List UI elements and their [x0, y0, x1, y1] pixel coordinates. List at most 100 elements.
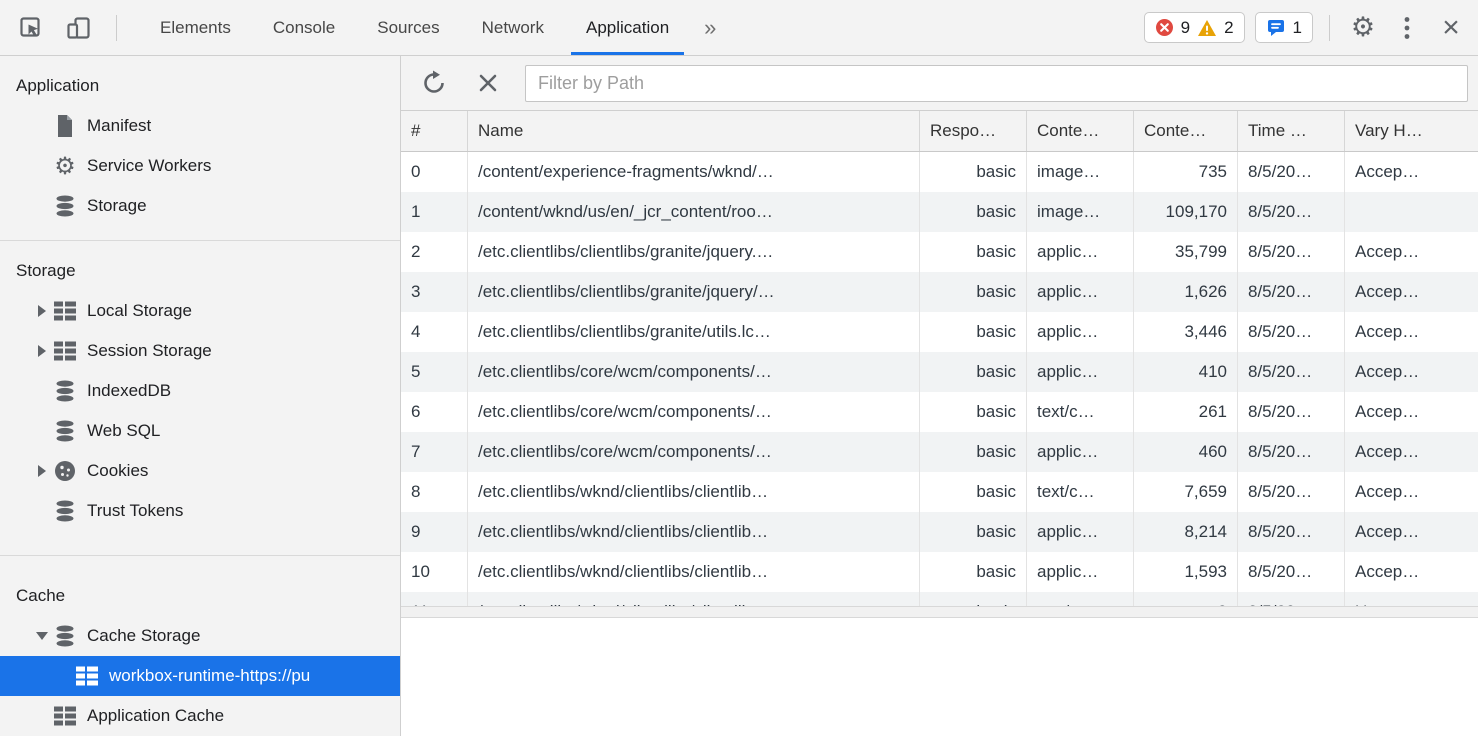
- sidebar-item-session-storage[interactable]: Session Storage: [0, 331, 400, 371]
- cell-name: /etc.clientlibs/wknd/clientlibs/clientli…: [468, 512, 920, 552]
- sidebar-item-web-sql[interactable]: Web SQL: [0, 411, 400, 451]
- devtools-tabbar: Elements Console Sources Network Applica…: [0, 0, 1478, 56]
- tabbar-divider: [116, 15, 117, 41]
- chevron-right-icon[interactable]: [32, 465, 52, 477]
- table-row[interactable]: 1 /content/wknd/us/en/_jcr_content/roo… …: [401, 192, 1478, 232]
- cell-response-type: basic: [920, 392, 1027, 432]
- cell-vary-header: Accep…: [1345, 152, 1478, 192]
- cell-response-type: basic: [920, 232, 1027, 272]
- device-toolbar-icon[interactable]: [62, 11, 96, 45]
- tab-sources[interactable]: Sources: [356, 0, 460, 55]
- clear-icon[interactable]: [471, 66, 505, 100]
- tab-console[interactable]: Console: [252, 0, 356, 55]
- sidebar-item-workbox-cache[interactable]: workbox-runtime-https://pu: [0, 656, 400, 696]
- cell-vary-header: Accep…: [1345, 512, 1478, 552]
- table-row[interactable]: 5 /etc.clientlibs/core/wcm/components/… …: [401, 352, 1478, 392]
- cell-name: /content/experience-fragments/wknd/…: [468, 152, 920, 192]
- cell-content-type: text/c…: [1027, 472, 1134, 512]
- sidebar-item-label: Trust Tokens: [87, 501, 183, 521]
- cell-response-type: basic: [920, 592, 1027, 606]
- cell-content-length: 261: [1134, 392, 1238, 432]
- table-icon: [74, 665, 100, 687]
- column-header-index[interactable]: #: [401, 111, 468, 151]
- table-row[interactable]: 11 /etc.clientlibs/wknd/clientlibs/clien…: [401, 592, 1478, 606]
- table-row[interactable]: 10 /etc.clientlibs/wknd/clientlibs/clien…: [401, 552, 1478, 592]
- cell-content-type: applic…: [1027, 432, 1134, 472]
- database-icon: [52, 499, 78, 523]
- issues-badge[interactable]: 9 2: [1144, 12, 1245, 43]
- settings-gear-icon[interactable]: ⚙: [1346, 11, 1380, 45]
- preview-splitter-handle[interactable]: [401, 606, 1478, 618]
- tab-elements[interactable]: Elements: [139, 0, 252, 55]
- cell-content-length: 1,626: [1134, 272, 1238, 312]
- inspect-element-icon[interactable]: [14, 11, 48, 45]
- sidebar-item-local-storage[interactable]: Local Storage: [0, 291, 400, 331]
- filter-by-path-input[interactable]: [525, 65, 1468, 102]
- more-tabs-chevron-icon[interactable]: »: [690, 0, 730, 55]
- section-title: Cache: [0, 566, 400, 616]
- sidebar-item-label: Cache Storage: [87, 626, 200, 646]
- cache-entry-preview-pane: [401, 618, 1478, 736]
- cell-content-type: text/c…: [1027, 392, 1134, 432]
- sidebar-item-application-cache[interactable]: Application Cache: [0, 696, 400, 736]
- cell-content-type: text/c…: [1027, 592, 1134, 606]
- cell-index: 0: [401, 152, 468, 192]
- table-row[interactable]: 8 /etc.clientlibs/wknd/clientlibs/client…: [401, 472, 1478, 512]
- close-icon[interactable]: ×: [1434, 11, 1468, 45]
- chevron-right-icon[interactable]: [32, 305, 52, 317]
- cell-response-type: basic: [920, 512, 1027, 552]
- table-row[interactable]: 4 /etc.clientlibs/clientlibs/granite/uti…: [401, 312, 1478, 352]
- cell-content-type: applic…: [1027, 512, 1134, 552]
- cell-name: /etc.clientlibs/wknd/clientlibs/clientli…: [468, 592, 920, 606]
- table-row[interactable]: 3 /etc.clientlibs/clientlibs/granite/jqu…: [401, 272, 1478, 312]
- table-icon: [52, 705, 78, 727]
- chevron-right-icon[interactable]: [32, 345, 52, 357]
- cell-vary-header: U…: [1345, 592, 1478, 606]
- chevron-down-icon[interactable]: [32, 632, 52, 640]
- cell-time-cached: 8/5/20…: [1238, 192, 1345, 232]
- tab-network[interactable]: Network: [461, 0, 565, 55]
- kebab-menu-icon[interactable]: [1390, 11, 1424, 45]
- cache-toolbar: [401, 56, 1478, 111]
- column-header-response-type[interactable]: Respo…: [920, 111, 1027, 151]
- cell-name: /etc.clientlibs/core/wcm/components/…: [468, 352, 920, 392]
- column-header-vary-header[interactable]: Vary H…: [1345, 111, 1478, 151]
- cell-content-length: 3,446: [1134, 312, 1238, 352]
- messages-badge[interactable]: 1: [1255, 12, 1313, 43]
- tab-application[interactable]: Application: [565, 0, 690, 55]
- cell-response-type: basic: [920, 472, 1027, 512]
- cell-name: /etc.clientlibs/core/wcm/components/…: [468, 432, 920, 472]
- cell-content-length: 735: [1134, 152, 1238, 192]
- cell-content-type: applic…: [1027, 352, 1134, 392]
- sidebar-item-cache-storage[interactable]: Cache Storage: [0, 616, 400, 656]
- tabbar-right-controls: 9 2 1: [1144, 0, 1478, 55]
- table-row[interactable]: 2 /etc.clientlibs/clientlibs/granite/jqu…: [401, 232, 1478, 272]
- table-row[interactable]: 6 /etc.clientlibs/core/wcm/components/… …: [401, 392, 1478, 432]
- cell-time-cached: 8/5/20…: [1238, 352, 1345, 392]
- cell-content-length: 8,214: [1134, 512, 1238, 552]
- column-header-time-cached[interactable]: Time …: [1238, 111, 1345, 151]
- cell-name: /etc.clientlibs/core/wcm/components/…: [468, 392, 920, 432]
- sidebar-item-trust-tokens[interactable]: Trust Tokens: [0, 491, 400, 531]
- cell-response-type: basic: [920, 192, 1027, 232]
- column-header-content-type[interactable]: Conte…: [1027, 111, 1134, 151]
- sidebar-item-indexeddb[interactable]: IndexedDB: [0, 371, 400, 411]
- cell-index: 3: [401, 272, 468, 312]
- cell-vary-header: Accep…: [1345, 472, 1478, 512]
- table-row[interactable]: 9 /etc.clientlibs/wknd/clientlibs/client…: [401, 512, 1478, 552]
- table-icon: [52, 300, 78, 322]
- column-header-name[interactable]: Name: [468, 111, 920, 151]
- sidebar-item-storage[interactable]: Storage: [0, 186, 400, 226]
- sidebar-item-label: Cookies: [87, 461, 148, 481]
- sidebar-item-service-workers[interactable]: ⚙ Service Workers: [0, 146, 400, 186]
- sidebar-item-cookies[interactable]: Cookies: [0, 451, 400, 491]
- table-row[interactable]: 0 /content/experience-fragments/wknd/… b…: [401, 152, 1478, 192]
- cell-response-type: basic: [920, 552, 1027, 592]
- table-row[interactable]: 7 /etc.clientlibs/core/wcm/components/… …: [401, 432, 1478, 472]
- refresh-icon[interactable]: [417, 66, 451, 100]
- cell-time-cached: 8/5/20…: [1238, 152, 1345, 192]
- column-header-content-length[interactable]: Conte…: [1134, 111, 1238, 151]
- cell-content-type: applic…: [1027, 272, 1134, 312]
- sidebar-item-manifest[interactable]: Manifest: [0, 106, 400, 146]
- cell-time-cached: 8/5/20…: [1238, 472, 1345, 512]
